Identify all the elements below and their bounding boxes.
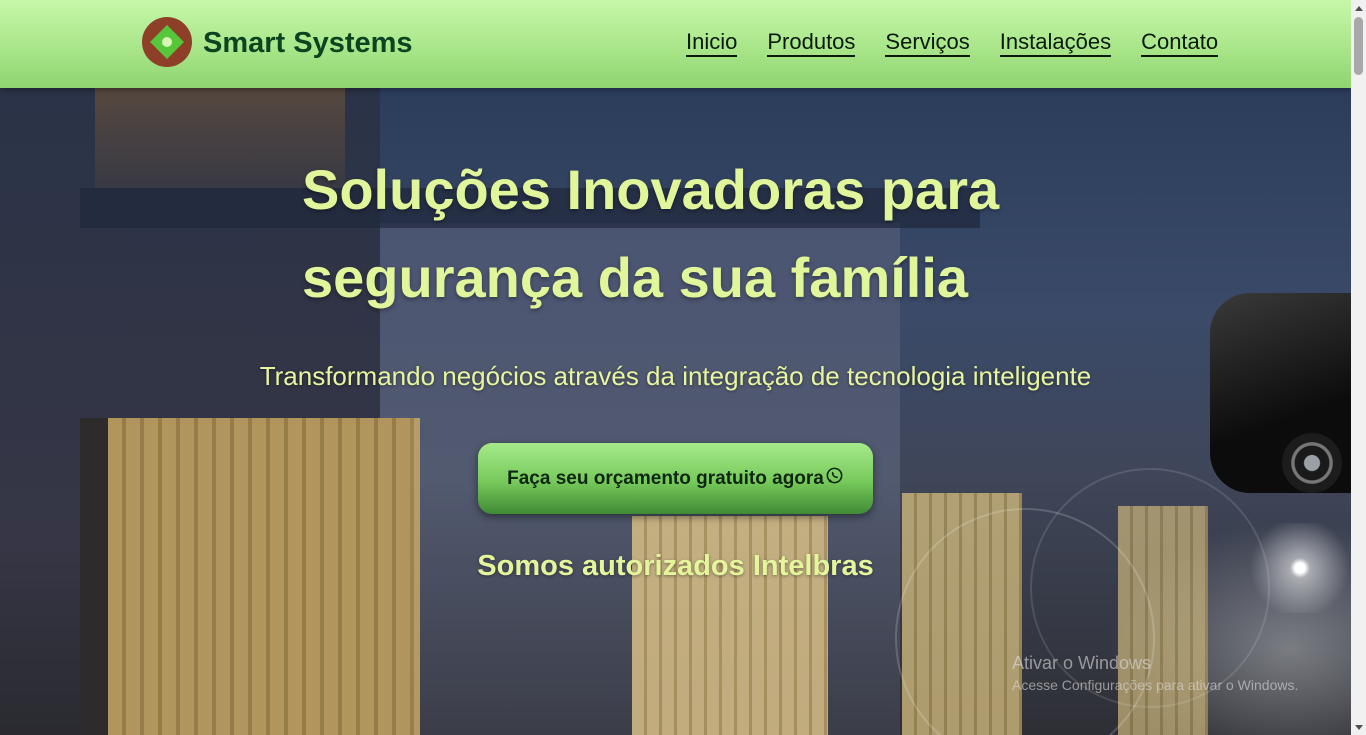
watermark-text: Acesse Configurações para ativar o Windo… — [1012, 677, 1299, 693]
logo-icon[interactable] — [142, 17, 192, 67]
main-nav: Inicio Produtos Serviços Instalações Con… — [686, 30, 1219, 57]
nav-link-produtos[interactable]: Produtos — [767, 30, 856, 57]
whatsapp-icon — [825, 466, 844, 485]
scroll-up-arrow-icon[interactable] — [1351, 0, 1366, 15]
logo-dot — [159, 34, 175, 50]
nav-link-inicio[interactable]: Inicio — [686, 30, 738, 57]
camera-lens — [1282, 433, 1342, 493]
authorized-dealer-text: Somos autorizados Intelbras — [477, 550, 874, 582]
windows-activation-watermark: Ativar o Windows Acesse Configurações pa… — [1012, 652, 1298, 694]
nav-link-contato[interactable]: Contato — [1141, 30, 1219, 57]
nav-link-servicos[interactable]: Serviços — [885, 30, 970, 57]
hero-title: Soluções Inovadoras para segurança da su… — [302, 158, 1000, 309]
scroll-down-arrow-icon[interactable] — [1351, 720, 1366, 735]
site-header: Smart Systems Inicio Produtos Serviços I… — [0, 0, 1351, 88]
cta-label: Faça seu orçamento gratuito agora — [507, 467, 824, 489]
quote-cta-button[interactable]: Faça seu orçamento gratuito agora — [478, 443, 873, 514]
page: Smart Systems Inicio Produtos Serviços I… — [0, 0, 1366, 735]
watermark-title: Ativar o Windows — [1012, 653, 1152, 673]
logo-diamond — [150, 25, 184, 59]
hero-section: Soluções Inovadoras para segurança da su… — [0, 88, 1351, 735]
scrollbar-thumb[interactable] — [1354, 17, 1363, 75]
vertical-scrollbar[interactable] — [1351, 0, 1366, 735]
brand-name[interactable]: Smart Systems — [203, 26, 413, 60]
hero-subtitle: Transformando negócios através da integr… — [259, 361, 1092, 391]
nav-link-instalacoes[interactable]: Instalações — [999, 30, 1112, 57]
